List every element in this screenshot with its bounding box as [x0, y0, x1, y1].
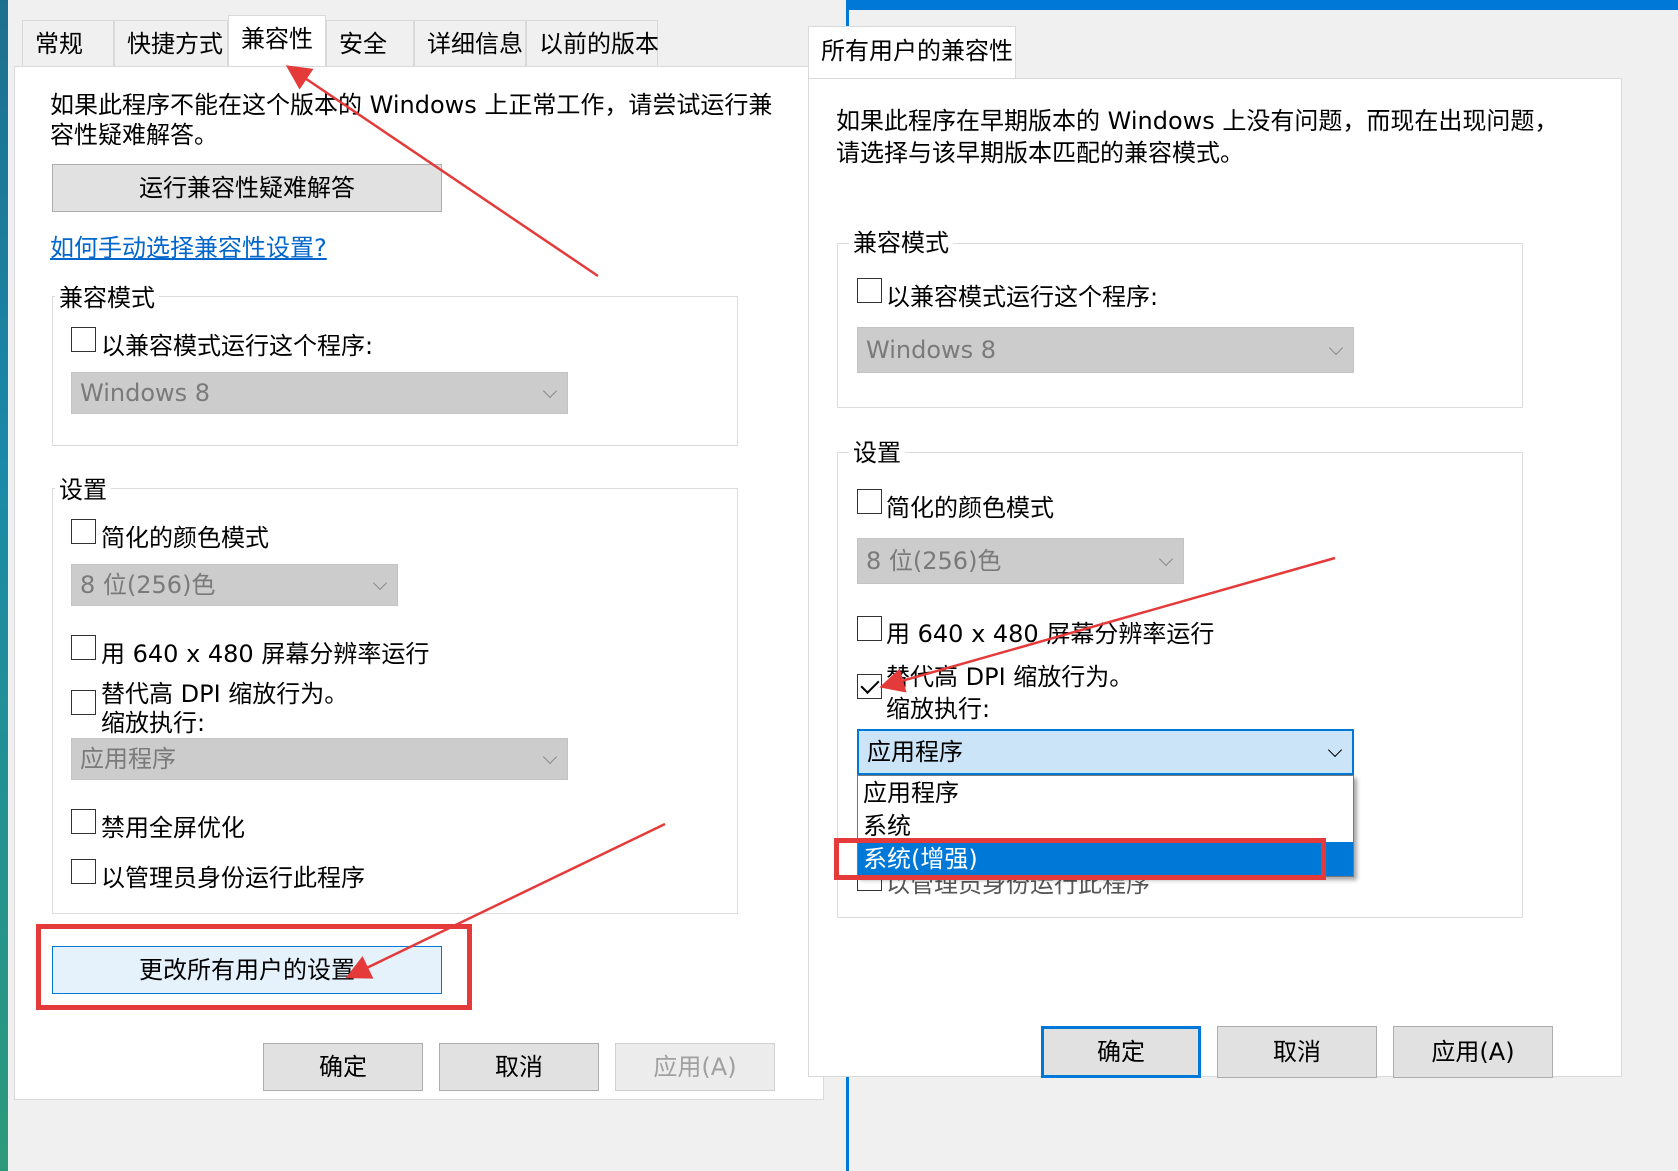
right-reduced-color-checkbox[interactable] — [857, 489, 882, 514]
run-troubleshooter-button[interactable]: 运行兼容性疑难解答 — [52, 164, 442, 212]
title-bar — [846, 0, 1678, 10]
dpi-scaling-select[interactable]: 应用程序 — [71, 738, 568, 780]
settings-legend: 设置 — [55, 476, 111, 504]
desktop-background — [0, 0, 8, 1171]
compat-mode-legend: 兼容模式 — [55, 284, 159, 312]
dpi-option-application[interactable]: 应用程序 — [858, 776, 1353, 810]
intro-line-1: 如果此程序不能在这个版本的 Windows 上正常工作，请尝试运行兼 — [50, 91, 773, 119]
tab-general[interactable]: 常规 — [22, 20, 114, 66]
chevron-down-icon — [1158, 551, 1174, 567]
tab-shortcut[interactable]: 快捷方式 — [114, 20, 228, 66]
dpi-scaling-value: 应用程序 — [80, 745, 176, 773]
tab-all-users-compat[interactable]: 所有用户的兼容性 — [808, 26, 1016, 80]
right-dpi-override-label-2: 缩放执行: — [886, 695, 991, 723]
tab-bar: 常规 快捷方式 兼容性 安全 详细信息 以前的版本 — [8, 15, 846, 67]
right-run-in-compat-checkbox[interactable] — [857, 278, 882, 303]
disable-fullscreen-label: 禁用全屏优化 — [101, 814, 245, 842]
res-640-checkbox[interactable] — [71, 635, 96, 660]
compat-mode-group — [52, 296, 738, 446]
reduced-color-label: 简化的颜色模式 — [101, 524, 269, 552]
apply-button[interactable]: 应用(A) — [615, 1043, 775, 1091]
right-cancel-button[interactable]: 取消 — [1217, 1026, 1377, 1078]
right-compat-mode-group — [837, 243, 1523, 408]
right-dpi-override-label-1: 替代高 DPI 缩放行为。 — [886, 663, 1134, 691]
chevron-down-icon — [542, 383, 558, 399]
tab-previous-versions[interactable]: 以前的版本 — [526, 20, 659, 66]
right-res-640-label: 用 640 x 480 屏幕分辨率运行 — [886, 620, 1215, 648]
right-dpi-scaling-select[interactable]: 应用程序 — [857, 729, 1354, 775]
chevron-down-icon — [1327, 742, 1343, 758]
highlight-change-all-users — [36, 924, 472, 1010]
right-os-version-select[interactable]: Windows 8 — [857, 327, 1354, 373]
ok-button[interactable]: 确定 — [263, 1043, 423, 1091]
intro-line-2: 容性疑难解答。 — [50, 121, 218, 149]
right-ok-button[interactable]: 确定 — [1041, 1026, 1201, 1078]
right-color-depth-select[interactable]: 8 位(256)色 — [857, 538, 1184, 584]
run-in-compat-checkbox[interactable] — [71, 327, 96, 352]
right-reduced-color-label: 简化的颜色模式 — [886, 494, 1054, 522]
run-as-admin-checkbox[interactable] — [71, 859, 96, 884]
dpi-override-label-2: 缩放执行: — [101, 709, 206, 737]
right-settings-legend: 设置 — [849, 439, 905, 467]
disable-fullscreen-checkbox[interactable] — [71, 809, 96, 834]
tab-details[interactable]: 详细信息 — [414, 20, 526, 66]
manual-settings-link[interactable]: 如何手动选择兼容性设置? — [50, 228, 327, 263]
right-intro-line-1: 如果此程序在早期版本的 Windows 上没有问题，而现在出现问题， — [836, 107, 1559, 135]
res-640-label: 用 640 x 480 屏幕分辨率运行 — [101, 640, 430, 668]
right-run-in-compat-label: 以兼容模式运行这个程序: — [886, 283, 1159, 311]
cancel-button[interactable]: 取消 — [439, 1043, 599, 1091]
right-res-640-checkbox[interactable] — [857, 616, 882, 641]
reduced-color-checkbox[interactable] — [71, 519, 96, 544]
right-color-depth-value: 8 位(256)色 — [866, 547, 1002, 575]
run-in-compat-label: 以兼容模式运行这个程序: — [101, 332, 374, 360]
chevron-down-icon — [1328, 340, 1344, 356]
right-dpi-override-checkbox[interactable] — [857, 674, 882, 699]
color-depth-select[interactable]: 8 位(256)色 — [71, 564, 398, 606]
os-version-value: Windows 8 — [80, 379, 211, 407]
highlight-system-enhanced — [834, 838, 1326, 880]
run-as-admin-label: 以管理员身份运行此程序 — [101, 864, 365, 892]
right-apply-button[interactable]: 应用(A) — [1393, 1026, 1553, 1078]
tab-security[interactable]: 安全 — [326, 20, 414, 66]
right-compat-mode-legend: 兼容模式 — [849, 229, 953, 257]
tab-compatibility[interactable]: 兼容性 — [228, 15, 326, 67]
right-os-version-value: Windows 8 — [866, 336, 997, 364]
chevron-down-icon — [542, 749, 558, 765]
right-dpi-scaling-value: 应用程序 — [867, 738, 963, 766]
os-version-select[interactable]: Windows 8 — [71, 372, 568, 414]
dpi-override-checkbox[interactable] — [71, 690, 96, 715]
right-intro-line-2: 请选择与该早期版本匹配的兼容模式。 — [836, 139, 1244, 167]
chevron-down-icon — [372, 575, 388, 591]
color-depth-value: 8 位(256)色 — [80, 571, 216, 599]
